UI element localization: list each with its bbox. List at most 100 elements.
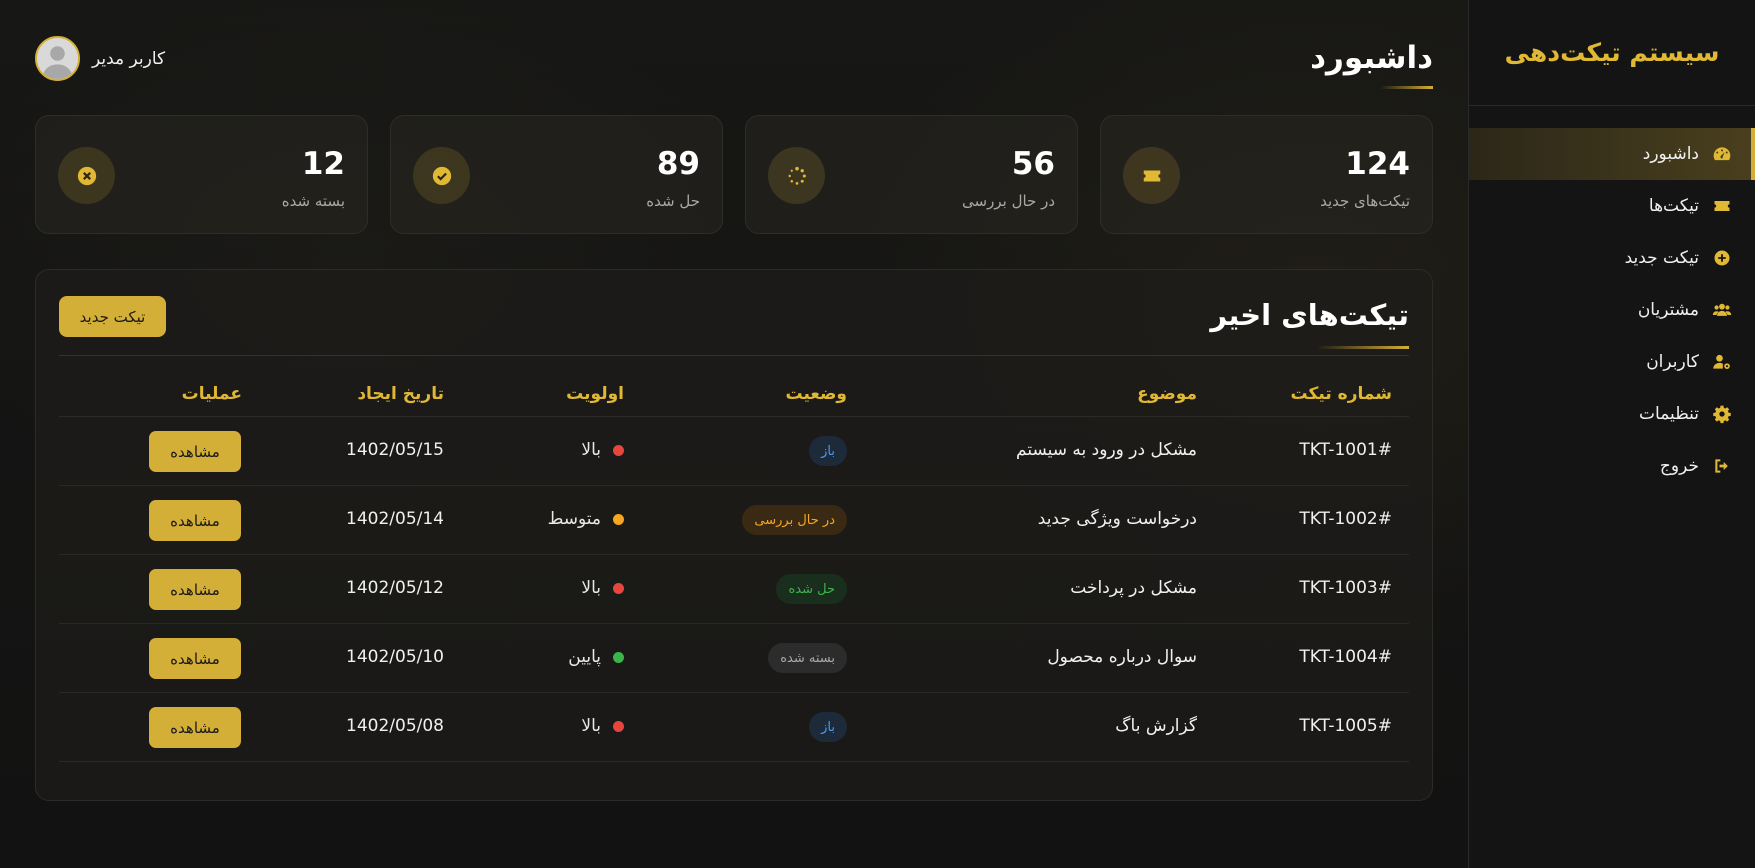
priority-dot: [613, 444, 624, 456]
ticket-id: TKT-1001#: [1299, 440, 1392, 460]
sidebar: سیستم تیکت‌دهی داشبورد تیکت‌ها تیکت جدید…: [1468, 0, 1755, 868]
sidebar-item-customers[interactable]: مشتریان: [1469, 284, 1755, 336]
ticket-subject: مشکل در ورود به سیستم: [1016, 440, 1197, 460]
table-row[interactable]: TKT-1003# مشکل در پرداخت حل شده بالا 140…: [59, 555, 1409, 624]
priority-dot: [613, 651, 624, 663]
sidebar-item-tickets[interactable]: تیکت‌ها: [1469, 180, 1755, 232]
sidebar-item-dashboard[interactable]: داشبورد: [1469, 128, 1755, 180]
sidebar-item-label: تنظیمات: [1639, 404, 1699, 424]
table-row[interactable]: TKT-1001# مشکل در ورود به سیستم باز بالا…: [59, 417, 1409, 486]
stat-card-review: 56 در حال بررسی: [745, 115, 1078, 234]
logout-icon: [1711, 455, 1733, 477]
status-badge: بسته شده: [768, 643, 847, 673]
stat-card-solved: 89 حل شده: [390, 115, 723, 234]
user-profile[interactable]: کاربر مدیر: [35, 36, 165, 81]
ticket-date: 1402/05/12: [346, 578, 444, 598]
sidebar-item-users[interactable]: کاربران: [1469, 336, 1755, 388]
status-badge: باز: [809, 436, 847, 466]
priority-dot: [613, 513, 624, 525]
divider: [59, 355, 1409, 356]
priority-indicator: پایین: [568, 647, 624, 667]
view-button[interactable]: مشاهده: [149, 431, 241, 472]
table-header: شماره تیکت موضوع وضعیت اولویت تاریخ ایجا…: [59, 370, 1409, 417]
sidebar-item-label: داشبورد: [1642, 144, 1699, 164]
avatar[interactable]: [35, 36, 80, 81]
priority-indicator: متوسط: [548, 509, 624, 529]
priority-label: متوسط: [547, 509, 601, 529]
column-header-priority: اولویت: [566, 384, 624, 404]
sidebar-item-label: خروج: [1659, 456, 1699, 476]
stat-value: 89: [656, 146, 700, 182]
stat-label: تیکت‌های جدید: [1320, 192, 1410, 210]
status-badge: حل شده: [776, 574, 847, 604]
stat-label: در حال بررسی: [962, 192, 1055, 210]
users-icon: [1711, 299, 1733, 321]
x-circle-icon: [58, 147, 115, 204]
ticket-icon: [1123, 147, 1180, 204]
plus-circle-icon: [1711, 247, 1733, 269]
priority-indicator: بالا: [581, 440, 624, 460]
table-row[interactable]: TKT-1002# درخواست ویژگی جدید در حال بررس…: [59, 486, 1409, 555]
column-header-actions: عملیات: [181, 384, 242, 404]
recent-tickets-panel: تیکت‌های اخیر تیکت جدید شماره تیکت موضوع…: [35, 269, 1433, 801]
user-avatar-icon: [37, 38, 78, 79]
ticket-icon: [1711, 195, 1733, 217]
sidebar-item-settings[interactable]: تنظیمات: [1469, 388, 1755, 440]
sidebar-item-label: تیکت جدید: [1624, 248, 1699, 268]
stat-label: حل شده: [646, 192, 700, 210]
view-button[interactable]: مشاهده: [149, 500, 241, 541]
spinner-icon: [768, 147, 825, 204]
ticket-date: 1402/05/14: [346, 509, 444, 529]
sidebar-item-label: مشتریان: [1637, 300, 1699, 320]
stat-value: 12: [301, 146, 345, 182]
table-row[interactable]: TKT-1004# سوال درباره محصول بسته شده پای…: [59, 624, 1409, 693]
priority-label: پایین: [568, 647, 601, 667]
ticket-date: 1402/05/15: [346, 440, 444, 460]
priority-dot: [613, 720, 624, 732]
table-row[interactable]: TKT-1005# گزارش باگ باز بالا 1402/05/08 …: [59, 693, 1409, 762]
ticket-date: 1402/05/08: [346, 716, 444, 736]
ticket-id: TKT-1002#: [1299, 509, 1392, 529]
priority-indicator: بالا: [581, 716, 624, 736]
stat-label: بسته شده: [281, 192, 345, 210]
panel-title: تیکت‌های اخیر: [1210, 298, 1409, 332]
user-name: کاربر مدیر: [92, 48, 166, 69]
gear-icon: [1711, 403, 1733, 425]
ticket-id: TKT-1005#: [1299, 716, 1392, 736]
title-underline: [1380, 86, 1433, 89]
new-ticket-button[interactable]: تیکت جدید: [59, 296, 166, 337]
sidebar-item-new-ticket[interactable]: تیکت جدید: [1469, 232, 1755, 284]
priority-label: بالا: [581, 716, 601, 736]
priority-label: بالا: [581, 578, 601, 598]
column-header-subject: موضوع: [1137, 384, 1197, 404]
sidebar-item-logout[interactable]: خروج: [1469, 440, 1755, 492]
ticket-subject: درخواست ویژگی جدید: [1037, 509, 1197, 529]
ticket-subject: گزارش باگ: [1115, 716, 1197, 736]
status-badge: در حال بررسی: [742, 505, 847, 535]
column-header-date: تاریخ ایجاد: [357, 384, 444, 404]
sidebar-item-label: کاربران: [1646, 352, 1699, 372]
column-header-status: وضعیت: [785, 384, 847, 404]
view-button[interactable]: مشاهده: [149, 569, 241, 610]
panel-title-underline: [1317, 346, 1409, 349]
view-button[interactable]: مشاهده: [149, 707, 241, 748]
sidebar-item-label: تیکت‌ها: [1648, 196, 1699, 216]
priority-dot: [613, 582, 624, 594]
sidebar-nav: داشبورد تیکت‌ها تیکت جدید مشتریان کاربرا…: [1469, 128, 1755, 492]
stat-card-closed: 12 بسته شده: [35, 115, 368, 234]
view-button[interactable]: مشاهده: [149, 638, 241, 679]
ticket-subject: مشکل در پرداخت: [1070, 578, 1197, 598]
stat-card-new: 124 تیکت‌های جدید: [1100, 115, 1433, 234]
column-header-id: شماره تیکت: [1290, 384, 1392, 404]
priority-label: بالا: [581, 440, 601, 460]
ticket-table-body: TKT-1001# مشکل در ورود به سیستم باز بالا…: [59, 417, 1409, 762]
main-content: کاربر مدیر داشبورد 124 تیکت‌های جدید 56 …: [0, 0, 1468, 868]
user-gear-icon: [1711, 351, 1733, 373]
ticket-id: TKT-1003#: [1299, 578, 1392, 598]
check-circle-icon: [413, 147, 470, 204]
brand-title: سیستم تیکت‌دهی: [1469, 0, 1755, 106]
stat-value: 56: [1011, 146, 1055, 182]
priority-indicator: بالا: [581, 578, 624, 598]
stats-row: 124 تیکت‌های جدید 56 در حال بررسی 89 حل …: [35, 115, 1433, 234]
ticket-date: 1402/05/10: [346, 647, 444, 667]
